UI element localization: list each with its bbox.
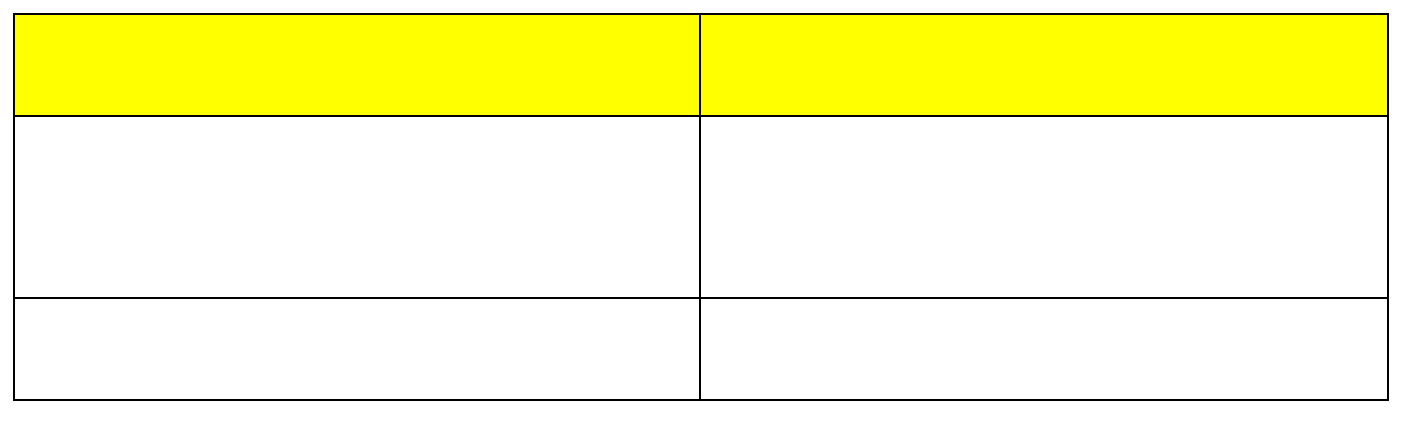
empty-table (13, 13, 1389, 401)
table-row (13, 297, 1389, 401)
table-cell[interactable] (699, 115, 1389, 299)
header-cell-2[interactable] (699, 13, 1389, 117)
table-header-row (13, 13, 1389, 117)
header-cell-1[interactable] (13, 13, 701, 117)
table-row (13, 115, 1389, 299)
document-page (0, 0, 1404, 422)
table-cell[interactable] (699, 297, 1389, 401)
table-cell[interactable] (13, 297, 701, 401)
table-cell[interactable] (13, 115, 701, 299)
